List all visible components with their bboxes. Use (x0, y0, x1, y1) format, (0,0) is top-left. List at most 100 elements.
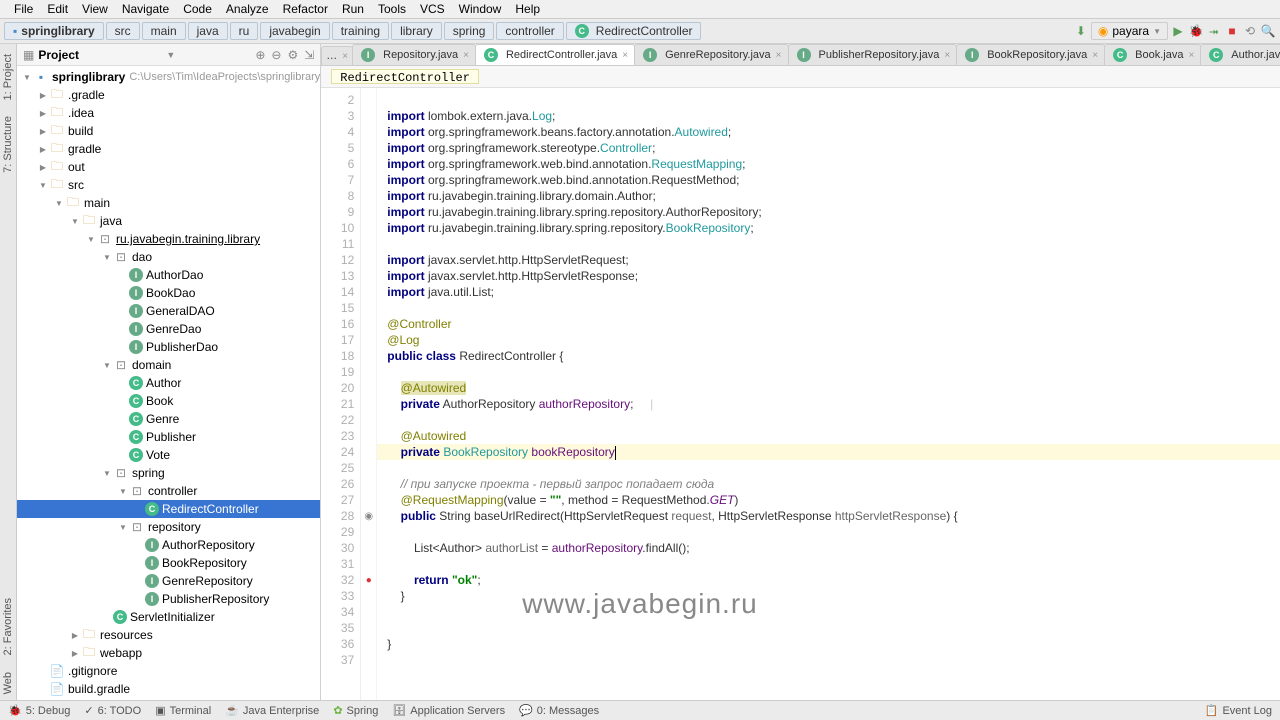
breadcrumb-javabegin[interactable]: javabegin (260, 22, 329, 40)
status-java-ee[interactable]: ☕Java Enterprise (225, 704, 319, 717)
context-class[interactable]: RedirectController (331, 69, 479, 84)
tool-web[interactable]: Web (0, 666, 16, 700)
collapse-icon[interactable]: ⊖ (271, 48, 281, 62)
tree-root[interactable]: ▪springlibraryC:\Users\Tim\IdeaProjects\… (17, 68, 320, 86)
status-todo[interactable]: ✓6: TODO (84, 704, 141, 717)
status-messages[interactable]: 💬0: Messages (519, 704, 599, 717)
status-debug[interactable]: 🐞5: Debug (8, 704, 70, 717)
breadcrumb-spring[interactable]: spring (444, 22, 495, 40)
tree-item-webapp[interactable]: 🗀webapp (17, 644, 320, 662)
tree-item-main[interactable]: 🗀main (17, 194, 320, 212)
close-tab-icon[interactable]: × (463, 50, 469, 61)
menu-navigate[interactable]: Navigate (116, 0, 175, 18)
tree-item-AuthorRepository[interactable]: IAuthorRepository (17, 536, 320, 554)
tree-item-BookDao[interactable]: IBookDao (17, 284, 320, 302)
breadcrumb-main[interactable]: main (142, 22, 186, 40)
project-tree[interactable]: ▪springlibraryC:\Users\Tim\IdeaProjects\… (17, 66, 320, 700)
build-icon[interactable]: ⬇ (1073, 23, 1089, 39)
editor-tab-PublisherRepository[interactable]: IPublisherRepository.java× (788, 44, 958, 65)
editor-tab-RedirectController[interactable]: CRedirectController.java× (475, 44, 635, 65)
breadcrumb-library[interactable]: library (391, 22, 442, 40)
menu-file[interactable]: File (8, 0, 39, 18)
breadcrumb-src[interactable]: src (106, 22, 140, 40)
tree-item-java[interactable]: 🗀java (17, 212, 320, 230)
tool-project[interactable]: 1: Project (0, 48, 16, 106)
tree-item-Vote[interactable]: CVote (17, 446, 320, 464)
status-terminal[interactable]: ▣Terminal (155, 704, 211, 717)
tree-item-ru-javabegin-training-library[interactable]: ⊡ru.javabegin.training.library (17, 230, 320, 248)
tree-item-GeneralDAO[interactable]: IGeneralDAO (17, 302, 320, 320)
tool-structure[interactable]: 7: Structure (0, 110, 16, 179)
status-event-log[interactable]: 📋Event Log (1205, 704, 1272, 717)
breadcrumb-training[interactable]: training (332, 22, 389, 40)
menu-refactor[interactable]: Refactor (277, 0, 334, 18)
menu-analyze[interactable]: Analyze (220, 0, 275, 18)
close-tab-icon[interactable]: × (1188, 50, 1194, 61)
update-icon[interactable]: ⟲ (1242, 23, 1258, 39)
editor-tab-GenreRepository[interactable]: IGenreRepository.java× (634, 44, 788, 65)
tree-item-GenreDao[interactable]: IGenreDao (17, 320, 320, 338)
settings-icon[interactable]: ⚙ (287, 48, 298, 62)
close-tab-icon[interactable]: × (622, 50, 628, 61)
search-icon[interactable]: 🔍 (1260, 23, 1276, 39)
tree-item-build-gradle[interactable]: 📄build.gradle (17, 680, 320, 698)
tree-item-dao[interactable]: ⊡dao (17, 248, 320, 266)
tree-item-Book[interactable]: CBook (17, 392, 320, 410)
tree-item-domain[interactable]: ⊡domain (17, 356, 320, 374)
menu-edit[interactable]: Edit (41, 0, 74, 18)
stop-icon[interactable]: ■ (1224, 23, 1240, 39)
menu-help[interactable]: Help (509, 0, 546, 18)
breadcrumb-java[interactable]: java (188, 22, 228, 40)
menu-view[interactable]: View (76, 0, 114, 18)
tree-item-gradlew[interactable]: 📄gradlew (17, 698, 320, 700)
scroll-to-icon[interactable]: ⊕ (255, 48, 265, 62)
debug-icon[interactable]: 🐞 (1188, 23, 1204, 39)
breadcrumb-ru[interactable]: ru (230, 22, 259, 40)
breadcrumb-root[interactable]: ▪springlibrary (4, 22, 104, 40)
run-icon[interactable]: ▶ (1170, 23, 1186, 39)
tree-item-gradle[interactable]: 🗀gradle (17, 140, 320, 158)
tree-item-ServletInitializer[interactable]: CServletInitializer (17, 608, 320, 626)
tree-item-resources[interactable]: 🗀resources (17, 626, 320, 644)
editor-tab-Author[interactable]: CAuthor.java× (1200, 44, 1280, 65)
tree-item-repository[interactable]: ⊡repository (17, 518, 320, 536)
tree-item-Author[interactable]: CAuthor (17, 374, 320, 392)
tab-overflow-left[interactable]: …× (321, 46, 353, 65)
tree-item-src[interactable]: 🗀src (17, 176, 320, 194)
tool-favorites[interactable]: 2: Favorites (0, 592, 16, 661)
tree-item-RedirectController[interactable]: CRedirectController (17, 500, 320, 518)
menu-code[interactable]: Code (177, 0, 218, 18)
tree-item-GenreRepository[interactable]: IGenreRepository (17, 572, 320, 590)
tree-item--gitignore[interactable]: 📄.gitignore (17, 662, 320, 680)
run-last-icon[interactable]: ⯮ (1206, 23, 1222, 39)
tree-item-build[interactable]: 🗀build (17, 122, 320, 140)
close-tab-icon[interactable]: × (944, 50, 950, 61)
tree-item-BookRepository[interactable]: IBookRepository (17, 554, 320, 572)
tree-item-Publisher[interactable]: CPublisher (17, 428, 320, 446)
menu-vcs[interactable]: VCS (414, 0, 451, 18)
project-view-dropdown[interactable]: ▼ (166, 50, 175, 60)
close-tab-icon[interactable]: × (776, 50, 782, 61)
menu-tools[interactable]: Tools (372, 0, 412, 18)
tree-item-spring[interactable]: ⊡spring (17, 464, 320, 482)
close-tab-icon[interactable]: × (1092, 50, 1098, 61)
tree-item-PublisherRepository[interactable]: IPublisherRepository (17, 590, 320, 608)
status-app-servers[interactable]: 🗄Application Servers (392, 704, 505, 717)
editor-tab-BookRepository[interactable]: IBookRepository.java× (956, 44, 1105, 65)
status-spring[interactable]: ✿Spring (333, 704, 378, 717)
breadcrumb-class[interactable]: CRedirectController (566, 22, 702, 40)
breadcrumb-controller[interactable]: controller (496, 22, 563, 40)
menu-run[interactable]: Run (336, 0, 370, 18)
tree-item-Genre[interactable]: CGenre (17, 410, 320, 428)
tree-item-AuthorDao[interactable]: IAuthorDao (17, 266, 320, 284)
run-config-select[interactable]: ◉payara▼ (1091, 22, 1168, 40)
tree-item-PublisherDao[interactable]: IPublisherDao (17, 338, 320, 356)
tree-item--idea[interactable]: 🗀.idea (17, 104, 320, 122)
tree-item-out[interactable]: 🗀out (17, 158, 320, 176)
hide-icon[interactable]: ⇲ (304, 48, 314, 62)
editor-tab-Book[interactable]: CBook.java× (1104, 44, 1201, 65)
tree-item-controller[interactable]: ⊡controller (17, 482, 320, 500)
editor-tab-Repository[interactable]: IRepository.java× (352, 44, 476, 65)
menu-window[interactable]: Window (453, 0, 508, 18)
tree-item--gradle[interactable]: 🗀.gradle (17, 86, 320, 104)
